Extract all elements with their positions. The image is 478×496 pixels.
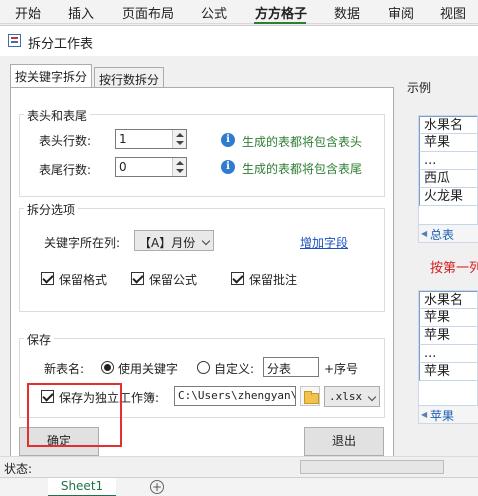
keep-comment-label: 保留批注: [249, 273, 298, 287]
ribbon-tab-data[interactable]: 数据: [334, 3, 360, 22]
path-input[interactable]: C:\Users\zhengyan\Desktop: [174, 386, 296, 406]
header-footer-group-label: 表头和表尾: [24, 107, 91, 124]
keep-format-checkbox[interactable]: [41, 272, 54, 285]
footer-hint: 生成的表都将包含表尾: [242, 162, 363, 176]
example-label: 示例: [407, 81, 432, 95]
key-column-value: 【A】月份: [139, 236, 196, 250]
ribbon-tab-view[interactable]: 视图: [440, 3, 466, 22]
dialog-titlebar: 拆分工作表: [0, 26, 478, 56]
header-rows-value: 1: [119, 132, 127, 146]
ribbon-tab-page-layout[interactable]: 页面布局: [122, 3, 174, 22]
header-rows-stepper[interactable]: 1: [115, 129, 187, 149]
header-rows-label: 表头行数:: [39, 134, 92, 148]
add-field-link[interactable]: 增加字段: [300, 234, 348, 251]
use-keyword-label: 使用关键字: [118, 362, 179, 376]
keep-formula-checkbox[interactable]: [131, 272, 144, 285]
example-sheet-total: 水果名 苹果 ... 西瓜 火龙果 ◀ 总表: [418, 115, 478, 243]
custom-label: 自定义:: [214, 362, 255, 376]
dialog-title: 拆分工作表: [28, 37, 94, 52]
ribbon-tab-home[interactable]: 开始: [15, 3, 41, 22]
custom-name-input[interactable]: 分表: [263, 357, 319, 377]
footer-rows-value: 0: [119, 160, 127, 174]
progress-bar: [300, 460, 444, 474]
example-cell: 苹果: [419, 309, 477, 327]
use-keyword-radio[interactable]: [101, 361, 114, 374]
ribbon-tab-formulas[interactable]: 公式: [201, 3, 227, 22]
ribbon-tabs: 开始 插入 页面布局 公式 方方格子 数据 审阅 视图: [0, 0, 478, 24]
add-sheet-icon[interactable]: +: [150, 480, 164, 494]
tab-split-by-rows[interactable]: 按行数拆分: [94, 67, 164, 89]
example-cell: ...: [419, 152, 477, 170]
status-bar: 状态:: [0, 456, 478, 476]
ribbon-tab-review[interactable]: 审阅: [388, 3, 414, 22]
example-cell: 水果名: [419, 116, 477, 134]
footer-rows-label: 表尾行数:: [39, 163, 92, 177]
header-rows-spin-buttons[interactable]: [172, 130, 186, 148]
example-note: 按第一列: [430, 261, 478, 276]
header-footer-group: [19, 114, 385, 197]
highlight-box: [27, 383, 122, 447]
split-sheet-icon: [8, 34, 21, 47]
spin-down-icon[interactable]: [176, 169, 184, 173]
spin-up-icon[interactable]: [176, 133, 184, 137]
active-tab-underline: [254, 22, 306, 24]
ribbon-tab-fangfang[interactable]: 方方格子: [255, 3, 307, 22]
keep-format-label: 保留格式: [59, 273, 108, 287]
spin-down-icon[interactable]: [176, 141, 184, 145]
example-sheet-tab: 总表: [430, 228, 455, 242]
key-column-label: 关键字所在列:: [44, 236, 121, 250]
example-cell: ...: [419, 345, 477, 363]
example-cell: 苹果: [419, 327, 477, 345]
example-tabbar: ◀ 苹果: [419, 405, 478, 423]
tab-split-by-keyword[interactable]: 按关键字拆分: [10, 64, 92, 88]
ribbon-tab-insert[interactable]: 插入: [68, 3, 94, 22]
example-tabbar: ◀ 总表: [419, 224, 478, 242]
example-sheet-tab: 苹果: [430, 409, 455, 423]
footer-rows-stepper[interactable]: 0: [115, 157, 187, 177]
suffix-label: +序号: [324, 362, 359, 376]
exit-button[interactable]: 退出: [304, 427, 384, 456]
example-cell: 西瓜: [419, 170, 477, 188]
keep-comment-checkbox[interactable]: [231, 272, 244, 285]
sheet-tabs-bar: Sheet1 +: [0, 477, 478, 496]
extension-value: .xlsx: [329, 390, 363, 403]
scroll-left-icon: ◀: [421, 410, 428, 419]
new-sheet-name-label: 新表名:: [44, 362, 85, 376]
example-cell: 水果名: [419, 291, 477, 309]
chevron-down-icon: [367, 392, 377, 402]
scroll-left-icon: ◀: [421, 229, 428, 238]
footer-rows-spin-buttons[interactable]: [172, 158, 186, 176]
custom-radio[interactable]: [197, 361, 210, 374]
example-cell: 火龙果: [419, 188, 477, 206]
extension-select[interactable]: .xlsx: [324, 386, 380, 407]
folder-icon[interactable]: [300, 386, 320, 406]
example-cell: 苹果: [419, 134, 477, 152]
info-icon: i: [221, 160, 235, 174]
status-label: 状态:: [4, 462, 33, 476]
save-group-label: 保存: [24, 331, 55, 348]
split-options-group-label: 拆分选项: [24, 201, 79, 218]
sheet-tab-sheet1[interactable]: Sheet1: [48, 478, 116, 496]
spin-up-icon[interactable]: [176, 161, 184, 165]
keep-formula-label: 保留公式: [149, 273, 198, 287]
key-column-select[interactable]: 【A】月份: [134, 230, 214, 251]
split-options-group: [19, 208, 385, 312]
example-sheet-apple: 水果名 苹果 苹果 ... 苹果 ◀ 苹果: [418, 290, 478, 424]
chevron-down-icon: [201, 236, 211, 246]
info-icon: i: [221, 133, 235, 147]
example-cell: 苹果: [419, 363, 477, 381]
header-hint: 生成的表都将包含表头: [242, 135, 363, 149]
